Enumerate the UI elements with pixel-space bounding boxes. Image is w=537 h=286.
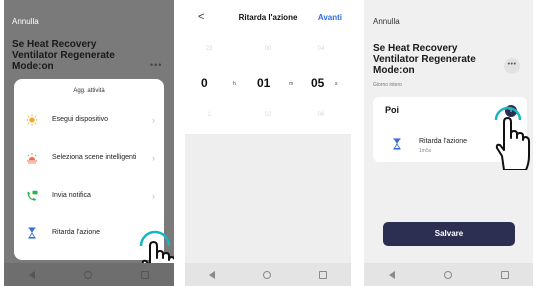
- picker-faint-value: 04: [317, 46, 325, 52]
- sunrise-scene-icon: [27, 153, 37, 164]
- menu-item-send-notification[interactable]: Invia notifica ›: [14, 185, 164, 207]
- back-nav-icon[interactable]: [388, 270, 395, 279]
- seconds-value[interactable]: 05: [311, 76, 324, 90]
- back-nav-icon[interactable]: [209, 270, 215, 279]
- more-icon[interactable]: •••: [504, 58, 520, 74]
- picker-faint-value: 02: [264, 112, 272, 118]
- hourglass-icon: [393, 138, 401, 150]
- screen-scene-summary: Annulla Se Heat Recovery Ventilator Rege…: [364, 0, 533, 286]
- hours-unit: h: [233, 81, 236, 87]
- menu-item-label: Esegui dispositivo: [52, 116, 109, 123]
- minutes-value[interactable]: 01: [257, 76, 270, 90]
- condition-title: Se Heat Recovery Ventilator Regenerate M…: [12, 39, 115, 72]
- menu-item-label: Invia notifica: [52, 192, 91, 199]
- menu-item-smart-scenes[interactable]: Seleziona scene intelligenti ›: [14, 147, 164, 169]
- menu-item-label: Seleziona scene intelligenti: [52, 154, 137, 161]
- system-nav-bar: [4, 263, 174, 286]
- action-label: Ritarda l'azione: [419, 138, 468, 145]
- screen-delay-action: < Ritarda l'azione Avanti 23 00 04 0 h 0…: [185, 0, 351, 286]
- sheet-title: Agg. attività: [73, 88, 105, 94]
- save-button[interactable]: Salvare: [383, 222, 515, 246]
- more-icon[interactable]: •••: [150, 60, 162, 70]
- hourglass-icon: [28, 227, 36, 239]
- home-nav-icon[interactable]: [83, 270, 92, 279]
- phone-message-icon: [27, 190, 38, 201]
- sun-device-icon: [26, 114, 38, 126]
- action-value: 1m5s: [419, 148, 432, 154]
- header-bar: < Ritarda l'azione Avanti: [185, 0, 351, 34]
- system-nav-bar: [364, 263, 533, 286]
- cancel-link[interactable]: Annulla: [12, 17, 39, 26]
- menu-item-run-device[interactable]: Esegui dispositivo ›: [14, 109, 164, 131]
- back-nav-icon[interactable]: [28, 270, 35, 279]
- chevron-right-icon: ›: [152, 153, 155, 163]
- then-section-label: Poi: [385, 105, 400, 115]
- picker-faint-value: 06: [317, 112, 325, 118]
- screen-add-task: Annulla Se Heat Recovery Ventilator Rege…: [4, 0, 174, 286]
- cancel-link[interactable]: Annulla: [373, 17, 400, 26]
- condition-subtitle: Giorno intero: [373, 82, 402, 88]
- time-picker[interactable]: 23 00 04 0 h 01 m 05 s 1 02 06: [185, 34, 351, 134]
- recents-nav-icon[interactable]: [500, 270, 509, 279]
- seconds-unit: s: [335, 81, 338, 87]
- next-button[interactable]: Avanti: [318, 13, 342, 22]
- recents-nav-icon[interactable]: [319, 270, 327, 279]
- touch-hand-icon: [494, 106, 530, 170]
- menu-item-label: Ritarda l'azione: [52, 229, 101, 236]
- home-nav-icon[interactable]: [263, 270, 271, 279]
- hours-value[interactable]: 0: [201, 76, 208, 90]
- recents-nav-icon[interactable]: [141, 270, 150, 279]
- chevron-right-icon: ›: [152, 191, 155, 201]
- picker-faint-value: 23: [205, 46, 213, 52]
- system-nav-bar: [185, 263, 351, 286]
- picker-faint-value: 1: [207, 112, 211, 118]
- condition-title: Se Heat Recovery Ventilator Regenerate M…: [373, 43, 476, 76]
- home-nav-icon[interactable]: [443, 270, 452, 279]
- chevron-right-icon: ›: [152, 115, 155, 125]
- minutes-unit: m: [289, 81, 294, 87]
- picker-faint-value: 00: [264, 46, 272, 52]
